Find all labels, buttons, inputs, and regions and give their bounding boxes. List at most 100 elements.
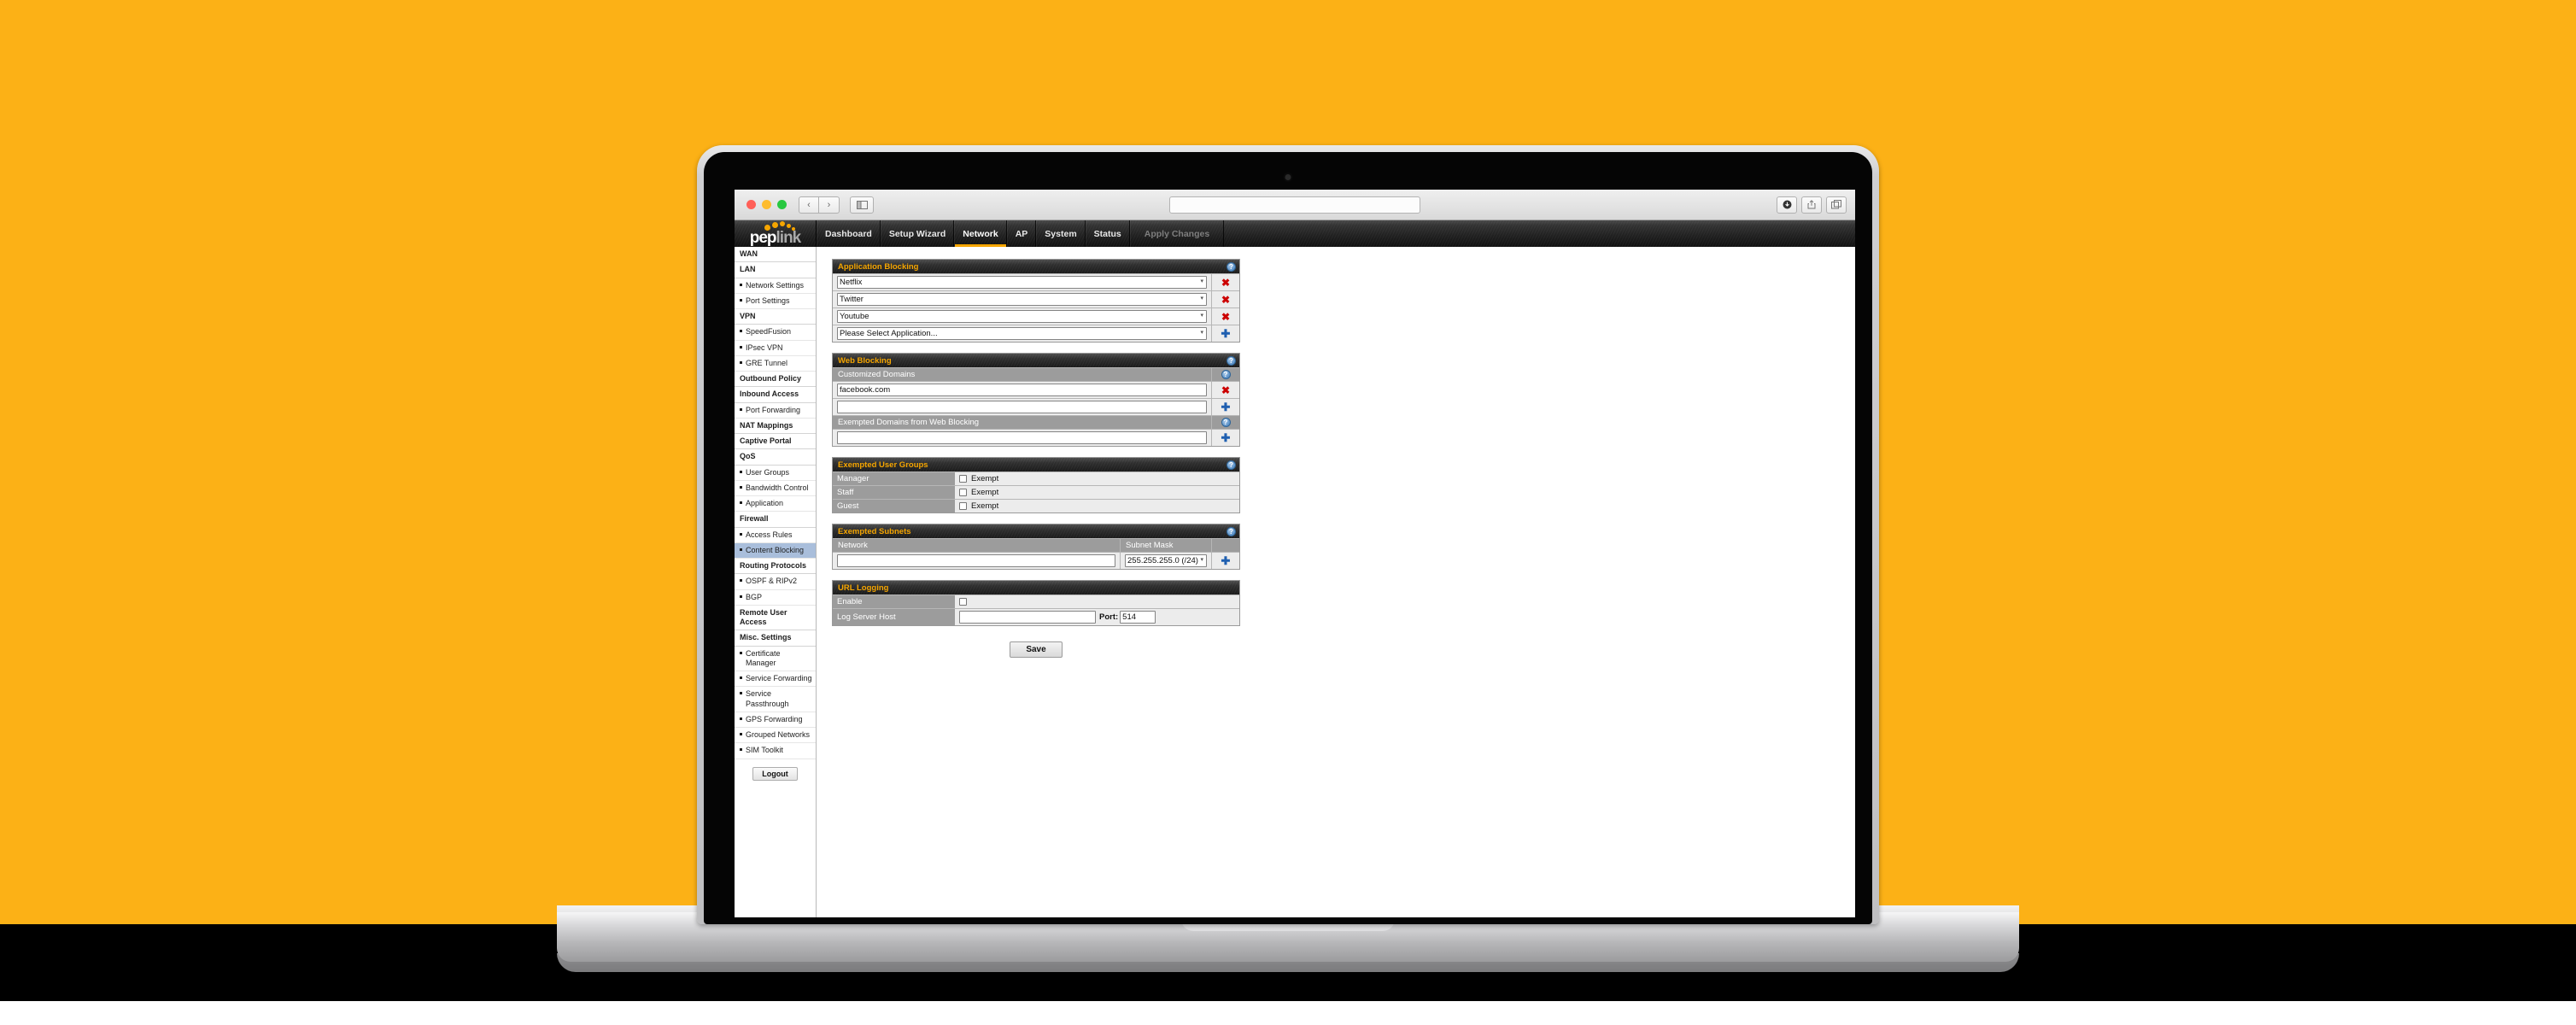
exempt-checkbox-manager[interactable] xyxy=(959,475,967,483)
window-traffic-lights xyxy=(746,200,787,209)
downloads-icon[interactable] xyxy=(1777,196,1797,214)
back-icon[interactable]: ‹ xyxy=(799,196,819,214)
exempt-checkbox-guest[interactable] xyxy=(959,502,967,510)
sidebar-group-outbound-policy[interactable]: Outbound Policy xyxy=(735,372,816,388)
sidebar-group-qos[interactable]: QoS xyxy=(735,449,816,466)
sidebar-group-remote-user-access[interactable]: Remote User Access xyxy=(735,605,816,631)
sidebar-item-content-blocking[interactable]: Content Blocking xyxy=(735,542,816,559)
user-group-exempt-cell-guest[interactable]: Exempt xyxy=(955,500,1239,512)
application-select-wrapper: Youtube xyxy=(837,310,1207,323)
user-group-exempt-cell-manager[interactable]: Exempt xyxy=(955,472,1239,485)
app-header: peplink Dashboard Setup Wizard Network A… xyxy=(735,220,1855,247)
application-select-cell: Twitter xyxy=(833,291,1211,308)
sidebar-item-ipsec-vpn[interactable]: IPsec VPN xyxy=(735,341,816,356)
sidebar-item-service-forwarding[interactable]: Service Forwarding xyxy=(735,671,816,688)
help-icon[interactable]: ? xyxy=(1227,460,1236,470)
sidebar-item-service-passthrough[interactable]: Service Passthrough xyxy=(735,687,816,712)
help-icon[interactable]: ? xyxy=(1221,418,1231,427)
add-exempted-subnet-button[interactable]: ✚ xyxy=(1211,553,1239,569)
help-icon[interactable]: ? xyxy=(1227,526,1236,536)
exempted-subnets-action-header xyxy=(1211,539,1239,552)
application-select-2[interactable]: Twitter xyxy=(837,293,1207,306)
port-input[interactable] xyxy=(1120,611,1156,624)
exempt-label: Exempt xyxy=(971,501,999,511)
sidebar-group-vpn[interactable]: VPN xyxy=(735,309,816,325)
customized-domain-input-cell xyxy=(833,399,1211,415)
nav-system[interactable]: System xyxy=(1036,220,1086,247)
log-server-host-input[interactable] xyxy=(959,611,1096,624)
sidebar-group-wan[interactable]: WAN xyxy=(735,247,816,263)
application-select-wrapper: Netflix xyxy=(837,276,1207,289)
nav-setup-wizard[interactable]: Setup Wizard xyxy=(880,220,955,247)
url-logging-enable-cell[interactable] xyxy=(955,595,1239,608)
main-navigation: Dashboard Setup Wizard Network AP System… xyxy=(817,220,1130,247)
remove-customized-domain-button[interactable]: ✖ xyxy=(1211,382,1239,398)
add-exempted-domain-button[interactable]: ✚ xyxy=(1211,430,1239,446)
nav-status[interactable]: Status xyxy=(1085,220,1130,247)
sidebar-item-gps-forwarding[interactable]: GPS Forwarding xyxy=(735,712,816,728)
help-icon[interactable]: ? xyxy=(1221,370,1231,379)
sidebar-item-access-rules[interactable]: Access Rules xyxy=(735,528,816,543)
sidebar-item-port-forwarding[interactable]: Port Forwarding xyxy=(735,403,816,419)
add-customized-domain-button[interactable]: ✚ xyxy=(1211,399,1239,415)
add-application-button[interactable]: ✚ xyxy=(1211,325,1239,342)
customized-domain-input-1[interactable] xyxy=(837,384,1207,396)
nav-dashboard[interactable]: Dashboard xyxy=(817,220,881,247)
sidebar-item-network-settings[interactable]: Network Settings xyxy=(735,278,816,294)
share-icon[interactable] xyxy=(1801,196,1822,214)
subnet-mask-select[interactable]: 255.255.255.0 (/24) xyxy=(1125,554,1207,567)
tabs-icon[interactable] xyxy=(1826,196,1847,214)
maximize-window-icon[interactable] xyxy=(777,200,787,209)
nav-ap[interactable]: AP xyxy=(1006,220,1037,247)
sidebar-item-ospf-ripv2[interactable]: OSPF & RIPv2 xyxy=(735,574,816,590)
sidebar-item-gre-tunnel[interactable]: GRE Tunnel xyxy=(735,356,816,372)
help-icon[interactable]: ? xyxy=(1227,261,1236,272)
save-button[interactable]: Save xyxy=(1010,641,1063,658)
sidebar-group-misc-settings[interactable]: Misc. Settings xyxy=(735,630,816,647)
customized-domain-input-cell xyxy=(833,382,1211,398)
sidebar-item-bgp[interactable]: BGP xyxy=(735,590,816,606)
help-icon[interactable]: ? xyxy=(1227,355,1236,366)
apply-changes-button[interactable]: Apply Changes xyxy=(1129,220,1225,247)
exempt-checkbox-staff[interactable] xyxy=(959,489,967,496)
address-bar[interactable] xyxy=(1169,196,1420,214)
subnet-network-input[interactable] xyxy=(837,554,1115,567)
close-window-icon[interactable] xyxy=(746,200,756,209)
logout-button[interactable]: Logout xyxy=(752,766,798,781)
sidebar-group-inbound-access[interactable]: Inbound Access xyxy=(735,387,816,403)
sidebar-group-captive-portal[interactable]: Captive Portal xyxy=(735,434,816,450)
sidebar-item-speedfusion[interactable]: SpeedFusion xyxy=(735,325,816,341)
bottom-white-band xyxy=(0,1001,2576,1025)
sidebar-group-lan[interactable]: LAN xyxy=(735,262,816,278)
remove-application-3-button[interactable]: ✖ xyxy=(1211,308,1239,325)
forward-icon[interactable]: › xyxy=(819,196,840,214)
user-group-exempt-cell-staff[interactable]: Exempt xyxy=(955,486,1239,499)
exempted-domain-input-new[interactable] xyxy=(837,431,1207,444)
minimize-window-icon[interactable] xyxy=(762,200,771,209)
sidebar-item-certificate-manager[interactable]: Certificate Manager xyxy=(735,647,816,671)
sidebar-item-sim-toolkit[interactable]: SIM Toolkit xyxy=(735,743,816,759)
sidebar-group-nat-mappings[interactable]: NAT Mappings xyxy=(735,418,816,434)
application-select-1[interactable]: Netflix xyxy=(837,276,1207,289)
sidebar-item-user-groups[interactable]: User Groups xyxy=(735,466,816,481)
application-select-wrapper: Twitter xyxy=(837,293,1207,306)
remove-application-1-button[interactable]: ✖ xyxy=(1211,274,1239,290)
sidebar-toggle-icon[interactable] xyxy=(850,196,874,214)
sidebar-item-grouped-networks[interactable]: Grouped Networks xyxy=(735,728,816,744)
exempted-domains-help-cell: ? xyxy=(1211,416,1239,429)
application-select-3[interactable]: Youtube xyxy=(837,310,1207,323)
application-select-new[interactable]: Please Select Application... xyxy=(837,327,1207,340)
sidebar-item-bandwidth-control[interactable]: Bandwidth Control xyxy=(735,481,816,496)
browser-toolbar: ‹ › xyxy=(735,190,1855,220)
sidebar-group-routing-protocols[interactable]: Routing Protocols xyxy=(735,559,816,575)
customized-domain-input-new[interactable] xyxy=(837,401,1207,413)
sidebar-item-port-settings[interactable]: Port Settings xyxy=(735,294,816,309)
port-label: Port: xyxy=(1099,612,1119,622)
nav-network[interactable]: Network xyxy=(954,220,1007,247)
remove-application-2-button[interactable]: ✖ xyxy=(1211,291,1239,308)
url-logging-enable-checkbox[interactable] xyxy=(959,598,967,606)
application-select-cell: Youtube xyxy=(833,308,1211,325)
sidebar-group-firewall[interactable]: Firewall xyxy=(735,512,816,528)
user-group-name-staff: Staff xyxy=(833,486,955,499)
sidebar-item-application[interactable]: Application xyxy=(735,496,816,512)
